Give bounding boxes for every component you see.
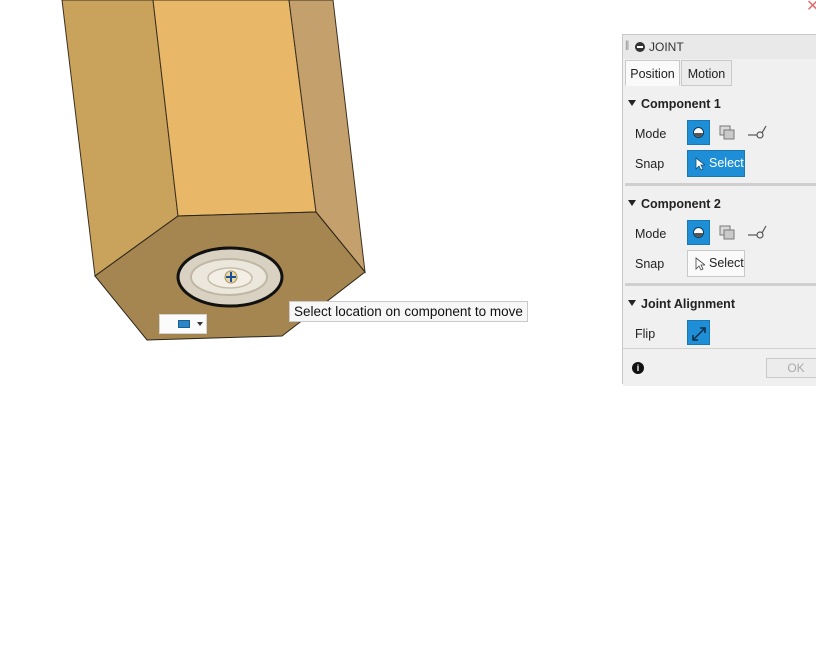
flip-arrows-icon [692,327,706,341]
component2-heading-label: Component 2 [641,197,721,211]
cursor-arrow-icon [695,157,705,171]
component2-select-button[interactable]: Select [687,250,745,277]
snap-options-dropdown[interactable] [159,314,207,334]
joint-dialog: || JOINT Position Motion Component 1 Mod… [622,34,816,386]
dialog-tabs: Position Motion [625,60,816,87]
component2-snap-label: Snap [635,257,665,271]
tangent-mode-icon [748,225,767,239]
component1-select-button[interactable]: Select [687,150,745,177]
component1-mode-tangent-button[interactable] [745,120,768,145]
component1-heading-label: Component 1 [641,97,721,111]
tangent-mode-icon [748,125,767,139]
joint-alignment-heading[interactable]: Joint Alignment [628,297,735,311]
component2-heading[interactable]: Component 2 [628,197,721,211]
component1-heading[interactable]: Component 1 [628,97,721,111]
chevron-down-icon [197,322,203,326]
dialog-footer: i OK [623,348,816,386]
joint-alignment-heading-label: Joint Alignment [641,297,735,311]
snap-type-icon [178,320,190,328]
collapse-triangle-icon [628,199,636,206]
component1-select-label: Select [709,156,744,170]
collapse-triangle-icon [628,299,636,306]
component1-mode-label: Mode [635,127,667,141]
cursor-arrow-icon [695,257,705,271]
component2-select-label: Select [709,256,744,270]
collapse-icon[interactable] [635,42,645,52]
simple-mode-icon [693,127,704,138]
component1-mode-between-button[interactable] [716,120,739,145]
between-two-faces-icon [719,225,735,240]
dialog-header[interactable]: || JOINT [623,35,816,59]
between-two-faces-icon [719,125,735,140]
selection-tooltip: Select location on component to move [289,301,528,322]
component2-mode-between-button[interactable] [716,220,739,245]
section-divider [625,183,816,186]
simple-mode-icon [693,227,704,238]
tab-motion[interactable]: Motion [681,60,732,86]
close-icon[interactable]: ✕ [806,0,816,16]
component2-mode-label: Mode [635,227,667,241]
section-divider [625,283,816,286]
info-icon[interactable]: i [632,362,644,374]
drag-handle-icon[interactable]: || [625,40,629,51]
ok-button[interactable]: OK [766,358,816,378]
collapse-triangle-icon [628,99,636,106]
dialog-title: JOINT [649,40,684,54]
component1-mode-simple-button[interactable] [687,120,710,145]
flip-label: Flip [635,327,656,341]
tab-position[interactable]: Position [625,60,680,86]
flip-button[interactable] [687,320,710,345]
component1-snap-label: Snap [635,157,665,171]
component2-mode-simple-button[interactable] [687,220,710,245]
component2-mode-tangent-button[interactable] [745,220,768,245]
hex-front-face [152,0,317,217]
